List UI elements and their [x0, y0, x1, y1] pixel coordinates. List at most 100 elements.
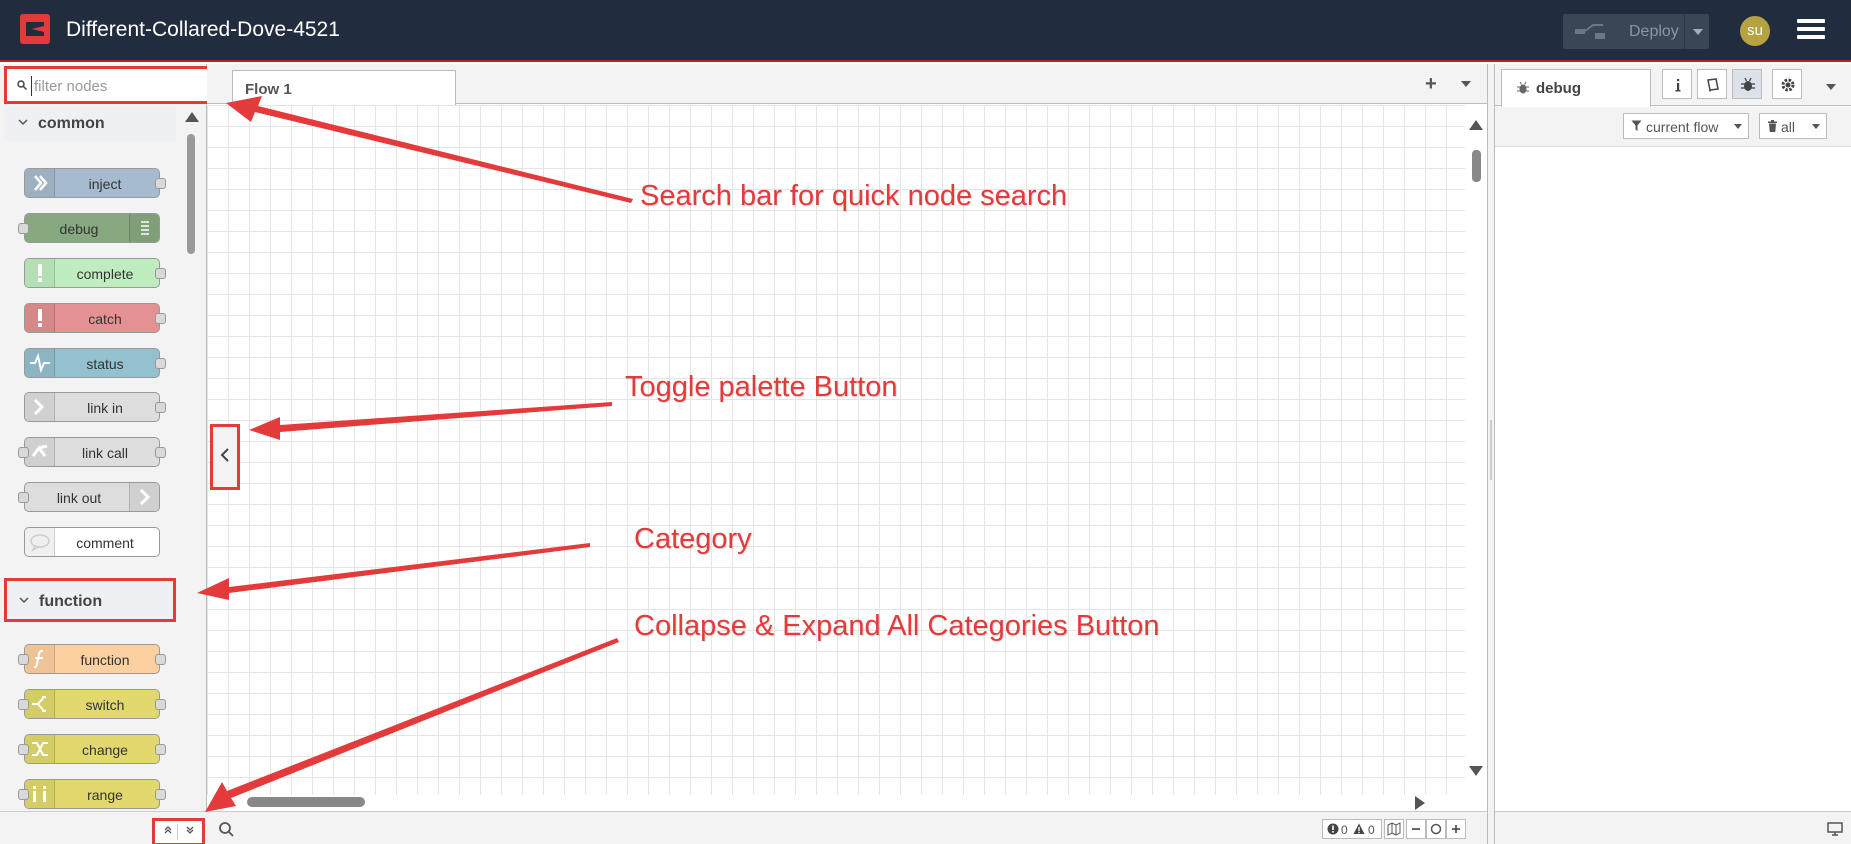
category-label: common: [38, 115, 105, 132]
notifications-status[interactable]: 0 0: [1322, 819, 1382, 839]
search-flows-icon[interactable]: [216, 819, 236, 839]
node-label: switch: [85, 697, 125, 713]
list-icon: [129, 214, 159, 242]
error-icon: [1327, 823, 1339, 835]
filter-icon: [1631, 120, 1642, 131]
tab-debug-label: debug: [1536, 80, 1581, 97]
scroll-up-icon[interactable]: [185, 112, 199, 122]
debug-toolbar: current flow all: [1495, 107, 1851, 147]
deploy-menu-caret-icon[interactable]: [1684, 14, 1709, 49]
palette-node-link-in[interactable]: link in: [24, 392, 166, 422]
app-title: Different-Collared-Dove-4521: [66, 18, 340, 41]
palette-search-input[interactable]: [31, 76, 226, 96]
annotation-toggle-palette: Toggle palette Button: [625, 371, 898, 403]
gear-icon: [1781, 78, 1795, 92]
scroll-thumb[interactable]: [1472, 150, 1481, 182]
palette-node-switch[interactable]: switch: [18, 689, 166, 719]
node-label: change: [82, 742, 128, 758]
palette-node-function[interactable]: function: [18, 644, 166, 674]
tab-list-menu-icon[interactable]: [1461, 81, 1471, 87]
input-port: [18, 223, 29, 234]
tab-debug[interactable]: debug: [1501, 69, 1651, 107]
collapse-expand-all-group: [152, 818, 205, 844]
chevron-down-icon: [18, 119, 28, 126]
help-tab-button[interactable]: [1697, 69, 1727, 99]
book-icon: [1707, 78, 1719, 92]
palette-node-status[interactable]: status: [24, 348, 166, 378]
deploy-label: Deploy: [1629, 23, 1679, 40]
sidebar: debug current flow all: [1495, 64, 1851, 844]
config-tab-button[interactable]: [1772, 69, 1802, 99]
input-port: [18, 789, 29, 800]
category-header-function[interactable]: function: [4, 578, 176, 622]
palette-node-comment[interactable]: comment: [24, 527, 160, 557]
info-tab-button[interactable]: [1662, 69, 1692, 99]
zoom-out-icon[interactable]: [1406, 819, 1426, 839]
palette-node-range[interactable]: range: [18, 779, 166, 809]
palette-node-catch[interactable]: catch: [24, 303, 166, 333]
output-port: [155, 178, 166, 189]
header-bar: Different-Collared-Dove-4521 Deploy su: [0, 0, 1851, 62]
output-port: [155, 744, 166, 755]
node-label: link call: [82, 445, 128, 461]
annotation-collapse-expand: Collapse & Expand All Categories Button: [634, 610, 1160, 642]
input-port: [18, 744, 29, 755]
node-palette: common inject debug complete: [0, 64, 232, 844]
node-label: link out: [56, 490, 102, 506]
palette-node-link-call[interactable]: link call: [18, 437, 166, 467]
main-menu-icon[interactable]: [1797, 19, 1825, 43]
info-icon: [1675, 79, 1681, 92]
palette-node-change[interactable]: change: [18, 734, 166, 764]
node-label: range: [87, 787, 123, 803]
workspace-footer: 0 0: [207, 811, 1487, 844]
toggle-palette-button[interactable]: [210, 424, 240, 490]
exclamation-icon: [25, 259, 55, 287]
user-avatar[interactable]: su: [1740, 16, 1770, 46]
error-count: 0: [1341, 823, 1348, 837]
sidebar-menu-caret-icon[interactable]: [1826, 84, 1836, 90]
function-icon: [25, 645, 55, 673]
node-label: debug: [59, 221, 99, 237]
debug-tab-button[interactable]: [1732, 69, 1762, 99]
debug-filter-select[interactable]: current flow: [1623, 113, 1749, 139]
scroll-up-icon[interactable]: [1469, 120, 1483, 130]
node-label: inject: [88, 176, 122, 192]
node-red-logo-icon: [20, 14, 50, 44]
canvas-vertical-scrollbar[interactable]: [1469, 120, 1483, 796]
scroll-thumb[interactable]: [187, 134, 195, 254]
output-port: [155, 654, 166, 665]
navigator-map-icon[interactable]: [1384, 819, 1404, 839]
link-call-icon: [25, 438, 55, 466]
expand-all-icon[interactable]: [180, 824, 200, 840]
palette-scrollbar[interactable]: [185, 112, 199, 844]
sidebar-splitter[interactable]: [1487, 64, 1495, 844]
scroll-down-icon[interactable]: [1469, 766, 1483, 776]
palette-footer: [0, 811, 207, 844]
sidebar-tabs: debug: [1495, 64, 1851, 107]
output-port: [155, 268, 166, 279]
monitor-icon[interactable]: [1827, 822, 1843, 836]
bug-icon: [1741, 77, 1755, 91]
splitter-grip[interactable]: [1490, 420, 1492, 480]
collapse-all-icon[interactable]: [158, 824, 178, 840]
warning-icon: [1353, 823, 1365, 834]
chevron-down-icon: [19, 597, 29, 604]
zoom-reset-icon[interactable]: [1426, 819, 1446, 839]
scroll-thumb[interactable]: [247, 797, 365, 807]
node-label: complete: [76, 266, 134, 282]
tab-flow-1[interactable]: Flow 1: [232, 70, 456, 105]
deploy-button[interactable]: Deploy: [1563, 14, 1709, 49]
output-port: [155, 699, 166, 710]
add-flow-icon[interactable]: +: [1425, 73, 1437, 96]
canvas-horizontal-scrollbar[interactable]: [247, 795, 1487, 810]
debug-clear-select[interactable]: all: [1759, 113, 1827, 139]
palette-node-debug[interactable]: debug: [18, 213, 160, 243]
palette-node-inject[interactable]: inject: [24, 168, 166, 198]
warning-count: 0: [1368, 823, 1375, 837]
palette-node-complete[interactable]: complete: [24, 258, 166, 288]
node-label: function: [80, 652, 130, 668]
zoom-in-icon[interactable]: [1446, 819, 1466, 839]
palette-node-link-out[interactable]: link out: [18, 482, 160, 512]
scroll-right-icon[interactable]: [1415, 796, 1425, 810]
category-header-common[interactable]: common: [4, 106, 176, 142]
